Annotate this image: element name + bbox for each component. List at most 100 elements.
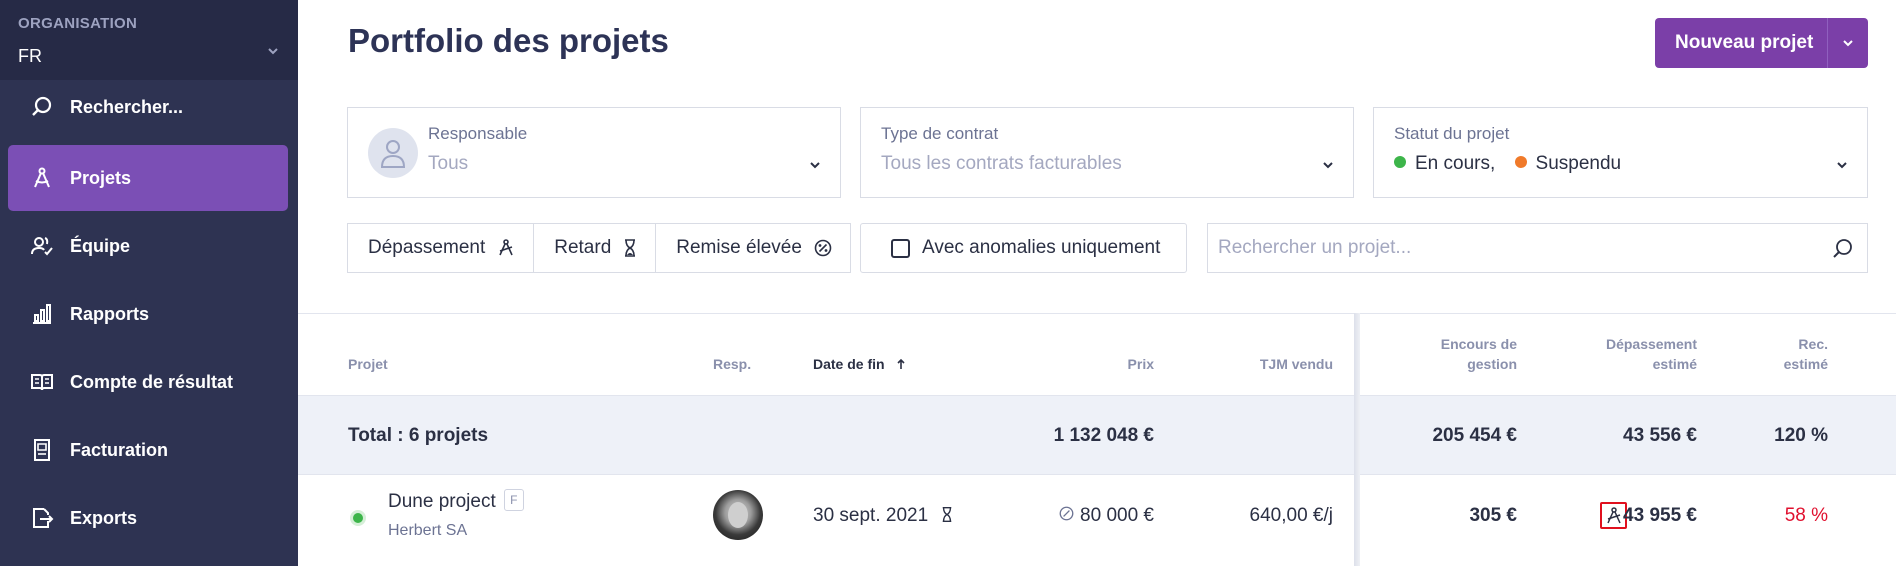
sidebar-item-label: Facturation [70,439,169,460]
status-suspendu: Suspendu [1535,153,1622,174]
bar-chart-icon [30,302,54,326]
sidebar-item-label: Rapports [70,303,150,324]
status-dot-green [350,510,366,526]
search-icon [30,95,54,119]
contract-type-select[interactable]: Type de contrat Tous les contrats factur… [860,107,1354,198]
compass-icon [30,166,54,190]
chevron-down-icon [1323,162,1333,169]
anomalies-label: Avec anomalies uniquement [922,237,1161,258]
chip-depassement[interactable]: Dépassement [348,224,535,272]
total-label: Total : 6 projets [348,425,489,446]
column-header-line: Dépassement [1605,336,1697,352]
discount-icon [814,239,832,257]
sidebar-item-compte-de-resultat[interactable]: Compte de résultat [8,349,288,415]
project-date-fin: 30 sept. 2021 [813,505,953,527]
chevron-down-icon [1843,40,1853,47]
invoice-icon [30,438,54,462]
chip-remise-elevee[interactable]: Remise élevée [656,224,850,272]
chip-label: Remise élevée [676,237,802,258]
total-encours: 205 454 € [1432,425,1517,446]
sidebar-item-search[interactable]: Rechercher... [8,80,288,134]
sidebar-item-exports[interactable]: Exports [8,485,288,551]
contract-badge: F [503,489,524,511]
project-depassement: 43 955 € [1623,505,1697,526]
search-icon[interactable] [1831,237,1855,266]
sidebar-item-label: Exports [70,507,138,528]
user-placeholder-icon [368,128,418,178]
anomalies-only-toggle[interactable]: Avec anomalies uniquement [860,223,1187,273]
sidebar-item-projets[interactable]: Projets [8,145,288,211]
team-icon [30,234,54,258]
discount-icon [1059,506,1074,521]
chevron-down-icon [1837,162,1847,169]
column-header-rec[interactable]: Rec. estimé [1730,334,1828,374]
table-divider [298,313,1896,314]
column-header-prix[interactable]: Prix [1054,354,1154,374]
column-header-date-fin[interactable]: Date de fin [813,354,906,374]
sidebar-item-label: Rechercher... [70,96,184,117]
project-search [1207,223,1868,273]
responsable-label: Responsable [428,124,528,143]
project-status-values: En cours, Suspendu [1394,153,1621,175]
column-header-line: Rec. [1798,336,1828,352]
sidebar-item-label: Compte de résultat [70,371,234,392]
project-status-label: Statut du projet [1394,124,1510,143]
project-rec: 58 % [1784,505,1828,526]
date-value: 30 sept. 2021 [813,505,929,526]
project-search-input[interactable] [1218,237,1818,259]
new-project-button[interactable]: Nouveau projet [1655,18,1868,68]
column-header-line: estimé [1783,356,1828,372]
avatar[interactable] [713,490,763,540]
sidebar: ORGANISATION FR Rechercher... Projets Éq… [0,0,298,566]
sidebar-item-rapports[interactable]: Rapports [8,281,288,347]
status-dot-green [1394,156,1406,168]
column-header-depassement[interactable]: Dépassement estimé [1560,334,1697,374]
column-header-resp[interactable]: Resp. [713,354,751,374]
chip-label: Dépassement [368,237,486,258]
chevron-down-icon [810,162,820,169]
project-tjm: 640,00 €/j [1249,505,1333,526]
column-header-projet[interactable]: Projet [348,354,388,374]
responsable-value: Tous [428,153,469,174]
column-header-line: Encours de [1440,336,1517,352]
total-rec: 120 % [1774,425,1828,446]
project-client: Herbert SA [388,522,468,539]
responsable-select[interactable]: Responsable Tous [347,107,841,198]
sort-ascending-icon [897,358,906,369]
anomalies-checkbox[interactable] [891,238,910,258]
contract-type-value: Tous les contrats facturables [881,153,1122,174]
status-dot-orange [1514,156,1527,168]
sidebar-item-facturation[interactable]: Facturation [8,417,288,483]
column-header-line: estimé [1652,356,1697,372]
project-name: Dune project [388,491,496,512]
organisation-value: FR [18,46,42,66]
sidebar-item-label: Projets [70,167,132,188]
organisation-label: ORGANISATION [18,15,138,32]
page-title: Portfolio des projets [348,22,669,59]
hourglass-icon [943,506,952,523]
total-prix: 1 132 048 € [1053,425,1154,446]
hourglass-icon [623,239,637,257]
column-header-encours[interactable]: Encours de gestion [1380,334,1517,374]
chip-retard[interactable]: Retard [534,224,657,272]
column-header-line: gestion [1467,356,1517,372]
total-depassement: 43 556 € [1623,425,1697,446]
project-name-cell[interactable]: Dune project F [388,489,524,513]
column-header-tjm[interactable]: TJM vendu [1183,354,1333,374]
project-status-select[interactable]: Statut du projet En cours, Suspendu [1373,107,1868,198]
export-icon [30,506,54,530]
status-en-cours: En cours, [1415,153,1496,174]
chip-label: Retard [554,237,612,258]
sidebar-item-label: Équipe [70,235,131,256]
chevron-down-icon [268,48,278,55]
project-prix: 80 000 € [994,505,1154,527]
frozen-column-shadow [1354,313,1360,566]
book-icon [30,370,54,394]
organisation-switcher[interactable]: ORGANISATION FR [0,0,298,80]
column-header-label: Date de fin [813,356,885,372]
overrun-icon [497,239,515,257]
sidebar-item-equipe[interactable]: Équipe [8,213,288,279]
contract-type-label: Type de contrat [881,124,999,143]
prix-value: 80 000 € [1080,505,1154,526]
new-project-dropdown[interactable] [1828,36,1868,50]
